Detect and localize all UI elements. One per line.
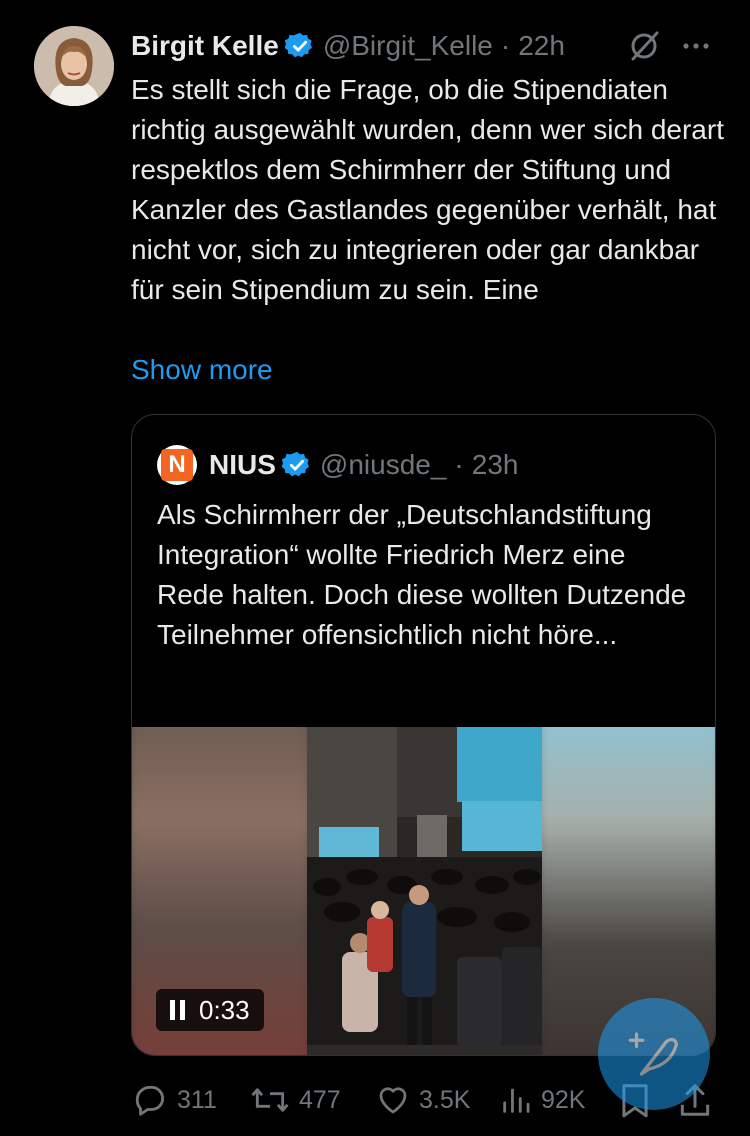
repost-count: 477 (299, 1085, 341, 1114)
video-frame[interactable] (307, 727, 542, 1055)
author-avatar[interactable] (34, 26, 114, 106)
quoted-author-avatar[interactable]: N (157, 445, 197, 485)
compose-icon (628, 1032, 679, 1076)
separator-dot: · (454, 449, 464, 480)
video-duration: 0:33 (199, 994, 250, 1025)
compose-button[interactable] (598, 998, 710, 1110)
separator-dot: · (500, 30, 511, 61)
quoted-tweet-timestamp[interactable]: 23h (472, 449, 519, 481)
like-icon (379, 1087, 407, 1114)
quoted-tweet[interactable]: N NIUS @niusde_ · 23h Als Schirmherr der… (131, 414, 716, 1056)
quoted-tweet-text: Als Schirmherr der „Deutschlandstiftung … (157, 499, 687, 650)
like-button[interactable]: 3.5K (375, 1078, 470, 1122)
reply-button[interactable]: 311 (131, 1078, 217, 1122)
pause-icon[interactable] (170, 1000, 185, 1020)
verified-badge-icon[interactable] (281, 450, 312, 480)
repost-button[interactable]: 477 (249, 1078, 341, 1122)
tweet-header: Birgit Kelle @Birgit_Kelle · 22h (131, 26, 565, 66)
nius-logo: N (161, 449, 193, 481)
show-more-link[interactable]: Show more (131, 350, 273, 390)
views-icon (503, 1088, 530, 1113)
grok-icon[interactable] (626, 28, 662, 64)
views-button[interactable]: 92K (499, 1078, 585, 1122)
tweet-text: Es stellt sich die Frage, ob die Stipend… (131, 74, 724, 305)
reply-icon (135, 1085, 165, 1116)
views-count: 92K (541, 1085, 586, 1114)
reply-count: 311 (177, 1085, 217, 1114)
like-count: 3.5K (419, 1085, 471, 1114)
tweet-timestamp[interactable]: 22h (518, 30, 565, 62)
quoted-author-handle[interactable]: @niusde_ (320, 449, 447, 481)
verified-badge-icon[interactable] (284, 31, 315, 61)
quoted-tweet-header: N NIUS @niusde_ · 23h (157, 443, 518, 487)
repost-icon (251, 1088, 289, 1112)
video-timer[interactable]: 0:33 (156, 989, 264, 1031)
author-handle[interactable]: @Birgit_Kelle (323, 30, 493, 62)
tweet[interactable]: Birgit Kelle @Birgit_Kelle · 22h Es stel… (0, 0, 750, 1136)
more-options-icon[interactable] (678, 28, 714, 64)
quoted-author-name[interactable]: NIUS (209, 449, 276, 481)
author-name[interactable]: Birgit Kelle (131, 30, 279, 62)
